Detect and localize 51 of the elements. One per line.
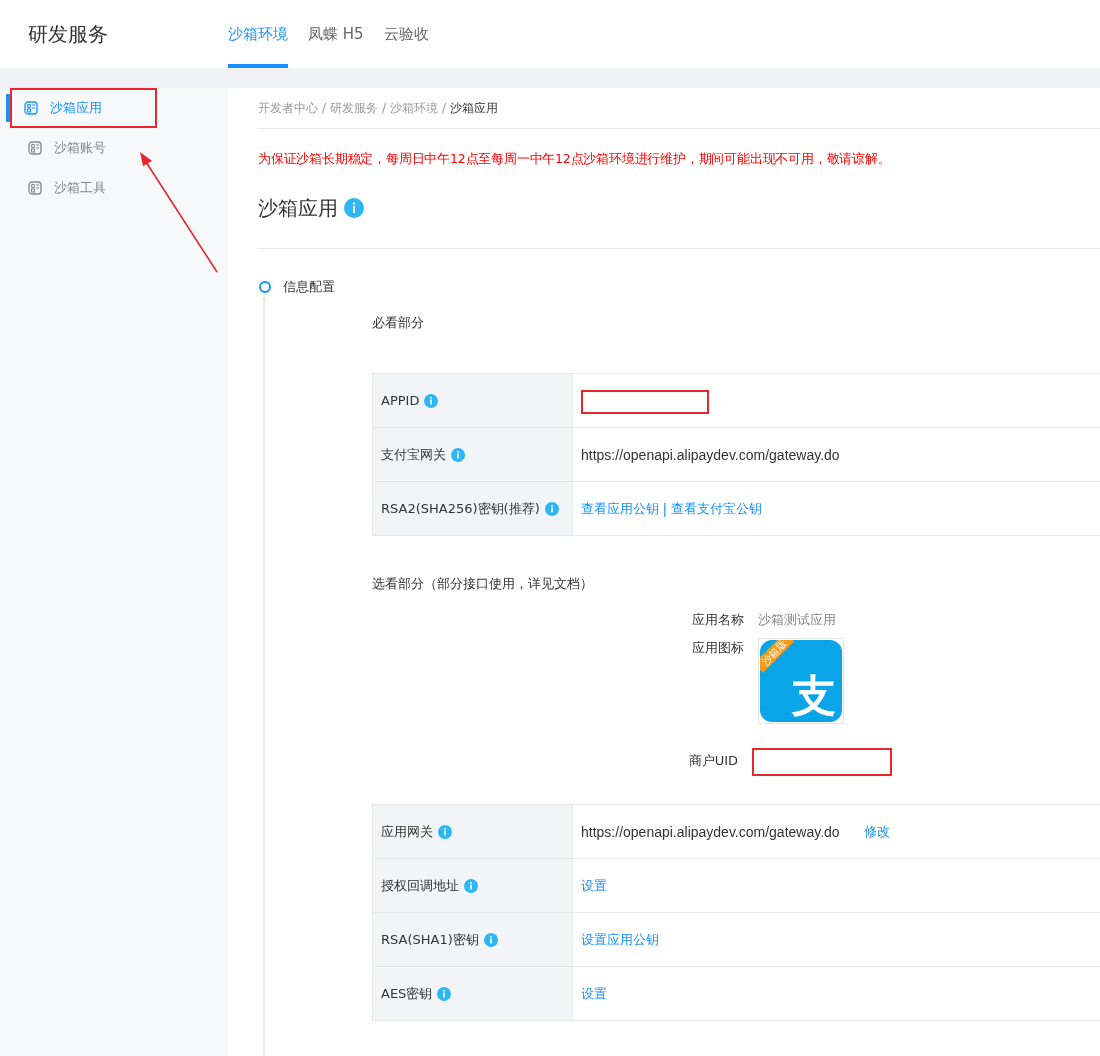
field-label: 应用网关 [381, 822, 433, 841]
action-link[interactable]: 设置应用公钥 [581, 930, 659, 949]
link-separator: | [663, 500, 667, 517]
nav-tab[interactable]: 云验收 [383, 0, 429, 68]
breadcrumb-link[interactable]: 开发者中心 [258, 99, 318, 117]
field-label: APPID [381, 393, 420, 408]
logo-glyph: 支 [792, 674, 836, 718]
info-icon[interactable] [424, 393, 439, 408]
breadcrumb-link[interactable]: 沙箱应用 [450, 99, 499, 117]
page-title: 沙箱应用 [258, 194, 338, 222]
info-icon[interactable] [438, 824, 452, 839]
step-marker-icon [259, 281, 271, 293]
action-link[interactable]: 查看支付宝公钥 [670, 499, 762, 518]
action-link[interactable]: 设置 [581, 984, 607, 1003]
app-icon [28, 141, 42, 155]
maintenance-notice: 为保证沙箱长期稳定，每周日中午12点至每周一中午12点沙箱环境进行维护，期间可能出现不可用，敬请谅解。 [258, 151, 892, 168]
field-label: 支付宝网关 [381, 445, 446, 464]
breadcrumb-link[interactable]: 研发服务 [330, 99, 379, 117]
section-heading: 必看部分 [372, 314, 425, 332]
info-icon[interactable] [451, 447, 465, 462]
sidebar-item[interactable]: 沙箱应用 [10, 88, 157, 128]
field-label: 商户UID [687, 752, 738, 770]
breadcrumb-separator: / [442, 101, 447, 115]
info-icon[interactable] [344, 198, 364, 218]
field-label: 授权回调地址 [381, 876, 459, 895]
breadcrumb-link[interactable]: 沙箱环境 [390, 99, 439, 117]
field-label: 应用名称 [691, 611, 744, 629]
gateway-url: https://openapi.alipaydev.com/gateway.do [581, 446, 840, 463]
field-label: RSA2(SHA256)密钥(推荐) [381, 499, 540, 518]
app-icon [28, 181, 42, 195]
breadcrumb-separator: / [382, 101, 387, 115]
service-title: 研发服务 [27, 21, 109, 48]
info-icon[interactable] [464, 878, 478, 893]
info-icon[interactable] [483, 932, 498, 947]
app-name: 沙箱测试应用 [758, 611, 836, 629]
info-icon[interactable] [544, 501, 559, 516]
action-link[interactable]: 设置 [581, 876, 607, 895]
sidebar-item[interactable]: 沙箱工具 [0, 168, 228, 208]
field-label: RSA(SHA1)密钥 [381, 930, 479, 949]
app-icon [24, 101, 38, 115]
field-label: AES密钥 [381, 984, 433, 1003]
nav-tab[interactable]: 凤蝶 H5 [308, 0, 364, 68]
gateway-url: https://openapi.alipaydev.com/gateway.do [581, 823, 840, 840]
action-link[interactable]: 查看应用公钥 [581, 499, 659, 518]
section-heading: 选看部分（部分接口使用，详见文档） [372, 575, 594, 593]
field-label: 应用图标 [691, 639, 744, 657]
step-title: 信息配置 [283, 278, 335, 296]
breadcrumb-separator: / [322, 101, 327, 115]
sidebar-item[interactable]: 沙箱账号 [0, 128, 228, 168]
info-icon[interactable] [437, 986, 452, 1001]
edit-link[interactable]: 修改 [863, 822, 890, 841]
